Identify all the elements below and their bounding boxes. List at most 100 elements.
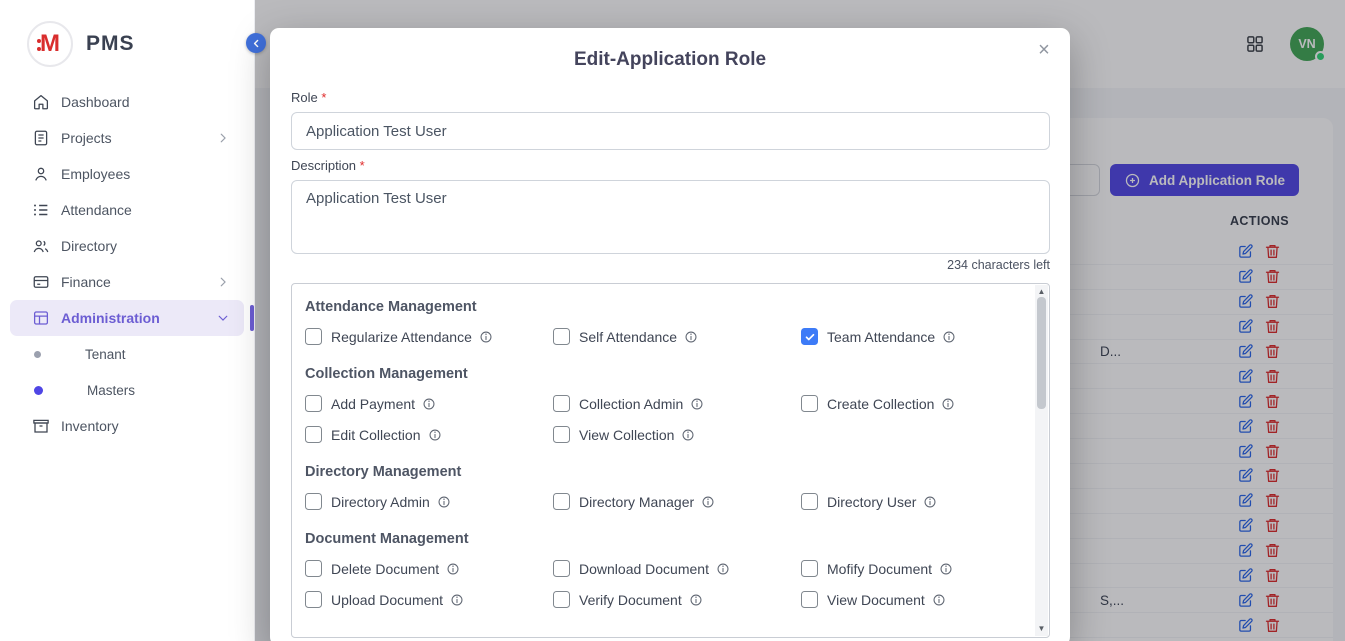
info-icon[interactable] [689,593,703,607]
sidebar-item-attendance[interactable]: Attendance [10,192,244,228]
scroll-down-arrow-icon[interactable]: ▼ [1038,625,1046,633]
permission-label: Mofify Document [827,561,932,577]
info-icon[interactable] [428,428,442,442]
checkbox-team-attendance[interactable] [801,328,818,345]
info-icon[interactable] [479,330,493,344]
info-icon[interactable] [690,397,704,411]
info-icon[interactable] [681,428,695,442]
sidebar-item-projects[interactable]: Projects [10,120,244,156]
sidebar-item-label: Inventory [61,418,230,434]
info-icon[interactable] [932,593,946,607]
sidebar-item-label: Directory [61,238,230,254]
sidebar: M PMS Dashboard Projects Employees Attendan… [0,0,255,641]
description-textarea[interactable]: Application Test User [291,180,1050,254]
info-icon[interactable] [923,495,937,509]
checkbox-collection-admin[interactable] [553,395,570,412]
permissions-panel-content: Attendance ManagementRegularize Attendan… [292,284,1049,608]
modal-body: Role * Description * Application Test Us… [270,90,1070,638]
info-icon[interactable] [701,495,715,509]
sidebar-item-employees[interactable]: Employees [10,156,244,192]
info-icon[interactable] [437,495,451,509]
permission-mofify-document: Mofify Document [801,560,1023,577]
close-modal-button[interactable]: × [1032,38,1056,62]
finance-icon [32,273,50,291]
checkbox-delete-document[interactable] [305,560,322,577]
sidebar-nav: Dashboard Projects Employees Attendance Dire… [0,84,254,444]
checkbox-download-document[interactable] [553,560,570,577]
permission-grid: Regularize Attendance Self Attendance Team… [305,328,1023,345]
sidebar-item-dashboard[interactable]: Dashboard [10,84,244,120]
checkbox-self-attendance[interactable] [553,328,570,345]
permission-download-document: Download Document [553,560,801,577]
checkbox-directory-manager[interactable] [553,493,570,510]
home-icon [32,93,50,111]
permission-grid: Add PaymentCollection Admin Create Collec… [305,395,1023,443]
checkbox-regularize-attendance[interactable] [305,328,322,345]
role-field-label: Role * [291,90,1050,106]
info-icon[interactable] [446,562,460,576]
permissions-scrollbar[interactable]: ▲ ▼ [1035,285,1048,636]
administration-icon [32,309,50,327]
permission-label: Regularize Attendance [331,329,472,345]
permission-view-document: View Document [801,591,1023,608]
collapse-sidebar-button[interactable] [246,33,266,53]
info-icon[interactable] [942,330,956,344]
sidebar-subitem-tenant[interactable]: Tenant [0,336,254,372]
permission-label: View Collection [579,427,674,443]
sidebar-item-label: Administration [61,310,216,326]
permission-label: Create Collection [827,396,934,412]
checkbox-directory-user[interactable] [801,493,818,510]
checkbox-create-collection[interactable] [801,395,818,412]
sidebar-item-administration[interactable]: Administration [10,300,244,336]
sidebar-subitem-masters[interactable]: Masters [0,372,254,408]
chevron-right-icon [216,131,230,145]
attendance-icon [32,201,50,219]
role-label-text: Role [291,90,318,105]
checkbox-mofify-document[interactable] [801,560,818,577]
permission-self-attendance: Self Attendance [553,328,801,345]
chevron-down-icon [216,311,230,325]
permission-label: Directory User [827,494,916,510]
pms-logo-icon: M [27,21,73,67]
checkbox-edit-collection[interactable] [305,426,322,443]
checkbox-add-payment[interactable] [305,395,322,412]
chevron-left-icon [250,37,263,50]
sidebar-item-finance[interactable]: Finance [10,264,244,300]
info-icon[interactable] [450,593,464,607]
brand-name: PMS [86,32,135,56]
permission-add-payment: Add Payment [305,395,553,412]
permission-directory-user: Directory User [801,493,1023,510]
permission-label: Self Attendance [579,329,677,345]
permission-label: Download Document [579,561,709,577]
bullet-dot-icon [34,351,41,358]
permission-label: Verify Document [579,592,682,608]
scrollbar-thumb[interactable] [1037,297,1046,409]
checkbox-upload-document[interactable] [305,591,322,608]
scroll-up-arrow-icon[interactable]: ▲ [1038,288,1046,296]
required-asterisk: * [360,158,365,173]
info-icon[interactable] [684,330,698,344]
info-icon[interactable] [941,397,955,411]
info-icon[interactable] [422,397,436,411]
permission-view-collection: View Collection [553,426,801,443]
checkbox-view-document[interactable] [801,591,818,608]
permission-verify-document: Verify Document [553,591,801,608]
sidebar-item-inventory[interactable]: Inventory [10,408,244,444]
permission-section-directory-management: Directory ManagementDirectory AdminDirec… [305,463,1023,510]
sidebar-item-label: Employees [61,166,230,182]
role-input[interactable] [291,112,1050,150]
info-icon[interactable] [716,562,730,576]
permission-team-attendance: Team Attendance [801,328,1023,345]
permission-collection-admin: Collection Admin [553,395,801,412]
checkbox-verify-document[interactable] [553,591,570,608]
permission-label: View Document [827,592,925,608]
sidebar-item-directory[interactable]: Directory [10,228,244,264]
characters-left-counter: 234 characters left [291,257,1050,273]
sidebar-item-label: Projects [61,130,216,146]
bullet-dot-icon [34,386,43,395]
logo-letter: M [40,30,60,58]
checkbox-view-collection[interactable] [553,426,570,443]
permission-delete-document: Delete Document [305,560,553,577]
info-icon[interactable] [939,562,953,576]
checkbox-directory-admin[interactable] [305,493,322,510]
